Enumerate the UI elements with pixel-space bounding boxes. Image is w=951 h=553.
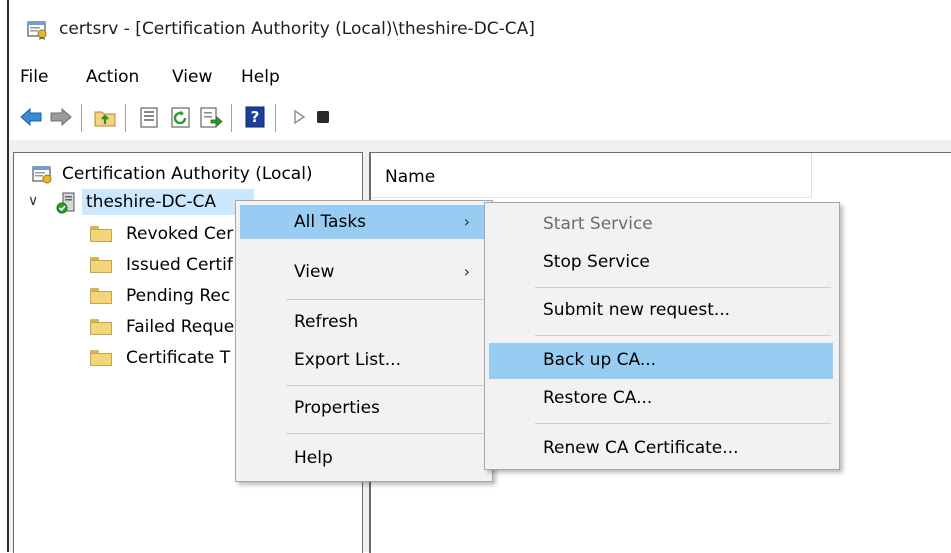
menu-separator: [535, 287, 831, 288]
tree-root-item[interactable]: Certification Authority (Local): [22, 161, 352, 187]
menu-item-label: All Tasks: [294, 212, 367, 232]
menu-item-label: Start Service: [543, 214, 653, 234]
tree-folder-label: Revoked Cer: [126, 224, 234, 244]
menu-item-label: Back up CA...: [543, 350, 657, 370]
tree-folder-label: Pending Rec: [126, 286, 231, 306]
tree-folder-revoked[interactable]: Revoked Cer: [22, 221, 252, 247]
ca-server-icon: [56, 192, 75, 214]
menu-action[interactable]: Action: [86, 67, 139, 87]
chevron-right-icon: ›: [463, 212, 470, 231]
tree-folder-issued[interactable]: Issued Certif: [22, 252, 252, 278]
menu-item-export-list[interactable]: Export List...: [240, 343, 484, 377]
play-icon[interactable]: [287, 106, 311, 128]
submenu-item-back-up-ca[interactable]: Back up CA...: [489, 343, 833, 379]
folder-icon: [90, 288, 112, 304]
menu-separator: [286, 385, 486, 386]
menu-help[interactable]: Help: [241, 67, 280, 87]
context-menu: All Tasks › View › Refresh Export List..…: [235, 200, 493, 482]
tree-folder-failed[interactable]: Failed Reque: [22, 314, 252, 340]
menu-item-label: Stop Service: [543, 252, 650, 272]
folder-icon: [90, 257, 112, 273]
up-folder-icon[interactable]: [93, 106, 117, 128]
tree-folder-label: Issued Certif: [126, 255, 233, 275]
menu-item-label: Help: [294, 448, 333, 468]
submenu-item-restore-ca[interactable]: Restore CA...: [489, 381, 833, 415]
menu-item-refresh[interactable]: Refresh: [240, 305, 484, 339]
menu-view[interactable]: View: [172, 67, 212, 87]
toolbar-separator: [275, 104, 276, 132]
forward-arrow-icon[interactable]: [49, 106, 73, 128]
back-arrow-icon[interactable]: [19, 106, 43, 128]
menu-separator: [535, 335, 831, 336]
menu-item-help[interactable]: Help: [240, 441, 484, 475]
folder-icon: [90, 226, 112, 242]
menu-item-label: Restore CA...: [543, 388, 653, 408]
properties-icon[interactable]: [137, 106, 161, 128]
mmc-window: certsrv - [Certification Authority (Loca…: [0, 0, 951, 553]
toolbar: ?: [9, 96, 951, 141]
toolbar-separator: [231, 104, 232, 132]
folder-icon: [90, 350, 112, 366]
svg-text:?: ?: [251, 108, 260, 126]
tree-folder-label: Certificate T: [126, 348, 231, 368]
menu-item-label: Export List...: [294, 350, 401, 370]
tree-folder-templates[interactable]: Certificate T: [22, 345, 252, 371]
menu-bar: File Action View Help: [9, 58, 951, 96]
column-header-label: Name: [385, 167, 436, 187]
folder-icon: [90, 319, 112, 335]
tree-folder-pending[interactable]: Pending Rec: [22, 283, 252, 309]
menu-item-label: Renew CA Certificate...: [543, 438, 739, 458]
menu-item-label: Submit new request...: [543, 300, 731, 320]
toolbar-separator: [125, 104, 126, 132]
refresh-icon[interactable]: [169, 106, 193, 128]
menu-separator: [286, 299, 486, 300]
menu-item-all-tasks[interactable]: All Tasks ›: [240, 205, 484, 239]
menu-item-view[interactable]: View ›: [240, 255, 484, 289]
certsrv-app-icon: [27, 21, 47, 40]
tree-ca-label: theshire-DC-CA: [86, 192, 217, 212]
submenu-item-submit-new-request[interactable]: Submit new request...: [489, 293, 833, 327]
menu-separator: [535, 423, 831, 424]
submenu-item-start-service[interactable]: Start Service: [489, 207, 833, 241]
toolbar-separator: [81, 104, 82, 132]
menu-item-label: Properties: [294, 398, 380, 418]
title-bar: certsrv - [Certification Authority (Loca…: [9, 0, 951, 58]
chevron-right-icon: ›: [463, 262, 470, 281]
menu-separator: [286, 433, 486, 434]
help-icon[interactable]: ?: [243, 106, 267, 128]
tree-folder-label: Failed Reque: [126, 317, 235, 337]
chevron-down-icon[interactable]: ∨: [28, 193, 38, 209]
export-list-icon[interactable]: [199, 106, 223, 128]
menu-file[interactable]: File: [20, 67, 48, 87]
window-title: certsrv - [Certification Authority (Loca…: [59, 19, 535, 39]
tree-root-label: Certification Authority (Local): [62, 164, 313, 184]
column-header-name[interactable]: Name: [371, 153, 812, 198]
certification-authority-icon: [32, 166, 52, 184]
menu-item-label: View: [294, 262, 335, 282]
submenu-item-stop-service[interactable]: Stop Service: [489, 245, 833, 279]
submenu-item-renew-ca-certificate[interactable]: Renew CA Certificate...: [489, 431, 833, 465]
stop-icon[interactable]: [311, 106, 335, 128]
menu-item-label: Refresh: [294, 312, 359, 332]
menu-item-properties[interactable]: Properties: [240, 391, 484, 425]
all-tasks-submenu: Start Service Stop Service Submit new re…: [484, 202, 840, 470]
